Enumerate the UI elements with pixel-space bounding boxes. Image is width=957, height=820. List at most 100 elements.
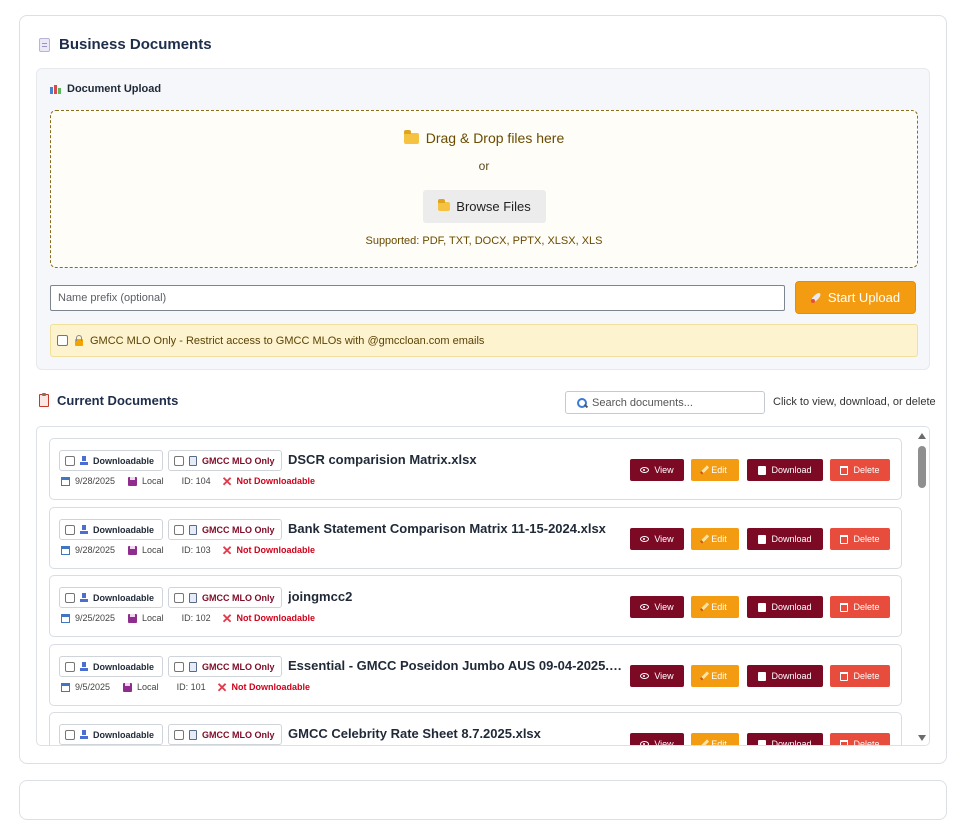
document-row: Downloadable GMCC MLO Only joingmcc2 9/2… bbox=[49, 575, 902, 637]
document-date: 9/25/2025 bbox=[75, 613, 116, 623]
browse-files-button[interactable]: Browse Files bbox=[423, 190, 546, 223]
downloadable-toggle[interactable]: Downloadable bbox=[59, 450, 163, 471]
search-icon bbox=[577, 397, 587, 408]
document-id: ID: 102 bbox=[181, 613, 211, 623]
lock-icon bbox=[74, 335, 84, 346]
badge-icon bbox=[189, 729, 197, 740]
x-mark-icon: ✕ bbox=[221, 610, 233, 626]
section-title: Business Documents bbox=[59, 36, 212, 53]
document-date: 9/5/2025 bbox=[75, 682, 111, 692]
mlo-only-checkbox[interactable] bbox=[174, 661, 184, 672]
document-storage: Local bbox=[142, 613, 164, 623]
download-label: Download bbox=[771, 739, 812, 746]
document-row: Downloadable GMCC MLO Only DSCR comparis… bbox=[49, 438, 902, 500]
edit-label: Edit bbox=[711, 671, 727, 681]
downloadable-toggle[interactable]: Downloadable bbox=[59, 656, 163, 677]
scrollbar-thumb[interactable] bbox=[918, 446, 926, 488]
edit-label: Edit bbox=[711, 739, 727, 746]
document-name[interactable]: GMCC Celebrity Rate Sheet 8.7.2025.xlsx bbox=[288, 726, 628, 741]
download-arrow-icon bbox=[80, 730, 88, 739]
mlo-only-checkbox[interactable] bbox=[174, 524, 184, 535]
document-date: 9/28/2025 bbox=[75, 476, 116, 486]
downloadable-checkbox[interactable] bbox=[65, 592, 75, 603]
edit-button[interactable]: Edit bbox=[691, 528, 739, 550]
mlo-only-toggle[interactable]: GMCC MLO Only bbox=[168, 519, 282, 540]
downloadable-checkbox[interactable] bbox=[65, 524, 75, 535]
downloadable-toggle[interactable]: Downloadable bbox=[59, 724, 163, 745]
view-label: View bbox=[654, 465, 674, 475]
delete-button[interactable]: Delete bbox=[830, 459, 890, 481]
download-button[interactable]: Download bbox=[747, 528, 823, 550]
download-arrow-icon bbox=[80, 662, 88, 671]
start-upload-button[interactable]: Start Upload bbox=[795, 281, 916, 314]
scroll-up-arrow-icon[interactable] bbox=[918, 433, 926, 439]
document-date: 9/28/2025 bbox=[75, 545, 116, 555]
downloadable-toggle[interactable]: Downloadable bbox=[59, 587, 163, 608]
mlo-only-checkbox[interactable] bbox=[174, 729, 184, 740]
mlo-restrict-checkbox[interactable] bbox=[57, 335, 68, 346]
delete-button[interactable]: Delete bbox=[830, 596, 890, 618]
document-storage: Local bbox=[142, 545, 164, 555]
downloadable-checkbox[interactable] bbox=[65, 455, 75, 466]
view-button[interactable]: View bbox=[630, 528, 684, 550]
edit-button[interactable]: Edit bbox=[691, 733, 739, 746]
mlo-only-toggle[interactable]: GMCC MLO Only bbox=[168, 587, 282, 608]
x-mark-icon: ✕ bbox=[221, 542, 233, 558]
document-row: Downloadable GMCC MLO Only GMCC Celebrit… bbox=[49, 712, 902, 746]
download-status: Not Downloadable bbox=[236, 613, 316, 623]
mlo-only-checkbox[interactable] bbox=[174, 592, 184, 603]
document-name[interactable]: Bank Statement Comparison Matrix 11-15-2… bbox=[288, 521, 628, 536]
pencil-icon bbox=[700, 739, 710, 745]
downloadable-label: Downloadable bbox=[93, 592, 155, 603]
documents-scrollbar[interactable] bbox=[914, 427, 929, 745]
view-button[interactable]: View bbox=[630, 459, 684, 481]
drop-zone-text: Drag & Drop files here bbox=[425, 130, 565, 146]
document-name[interactable]: joingmcc2 bbox=[288, 589, 628, 604]
scroll-down-arrow-icon[interactable] bbox=[918, 735, 926, 741]
badge-icon bbox=[189, 455, 197, 466]
download-button[interactable]: Download bbox=[747, 459, 823, 481]
downloadable-label: Downloadable bbox=[93, 661, 155, 672]
download-arrow-icon bbox=[80, 593, 88, 602]
upload-panel: Document Upload Drag & Drop files here o… bbox=[36, 68, 930, 370]
edit-button[interactable]: Edit bbox=[691, 665, 739, 687]
mlo-only-checkbox[interactable] bbox=[174, 455, 184, 466]
file-icon bbox=[758, 465, 767, 475]
download-button[interactable]: Download bbox=[747, 733, 823, 746]
view-button[interactable]: View bbox=[630, 596, 684, 618]
search-input[interactable] bbox=[592, 396, 752, 409]
document-id: ID: 101 bbox=[176, 682, 206, 692]
document-row: Downloadable GMCC MLO Only Essential - G… bbox=[49, 644, 902, 706]
trash-icon bbox=[840, 465, 849, 475]
document-name[interactable]: Essential - GMCC Poseidon Jumbo AUS 09-0… bbox=[288, 658, 628, 673]
mlo-only-toggle[interactable]: GMCC MLO Only bbox=[168, 656, 282, 677]
edit-button[interactable]: Edit bbox=[691, 459, 739, 481]
delete-button[interactable]: Delete bbox=[830, 665, 890, 687]
document-name[interactable]: DSCR comparision Matrix.xlsx bbox=[288, 452, 628, 467]
section-header: Business Documents bbox=[39, 36, 212, 53]
edit-button[interactable]: Edit bbox=[691, 596, 739, 618]
mlo-only-toggle[interactable]: GMCC MLO Only bbox=[168, 450, 282, 471]
delete-button[interactable]: Delete bbox=[830, 733, 890, 745]
delete-label: Delete bbox=[853, 465, 880, 475]
badge-icon bbox=[189, 524, 197, 535]
drop-zone[interactable]: Drag & Drop files here or Browse Files S… bbox=[50, 110, 918, 268]
download-button[interactable]: Download bbox=[747, 665, 823, 687]
view-button[interactable]: View bbox=[630, 665, 684, 687]
download-status: Not Downloadable bbox=[231, 682, 311, 692]
current-documents-title: Current Documents bbox=[57, 393, 179, 408]
delete-button[interactable]: Delete bbox=[830, 528, 890, 550]
download-button[interactable]: Download bbox=[747, 596, 823, 618]
pencil-icon bbox=[700, 602, 710, 612]
view-button[interactable]: View bbox=[630, 733, 684, 746]
downloadable-checkbox[interactable] bbox=[65, 661, 75, 672]
name-prefix-input[interactable] bbox=[50, 285, 785, 311]
downloadable-toggle[interactable]: Downloadable bbox=[59, 519, 163, 540]
mlo-only-toggle[interactable]: GMCC MLO Only bbox=[168, 724, 282, 745]
downloadable-checkbox[interactable] bbox=[65, 729, 75, 740]
download-label: Download bbox=[771, 534, 812, 544]
badge-icon bbox=[189, 661, 197, 672]
pencil-icon bbox=[700, 671, 710, 681]
mlo-only-label: GMCC MLO Only bbox=[202, 455, 275, 466]
view-label: View bbox=[654, 739, 674, 746]
